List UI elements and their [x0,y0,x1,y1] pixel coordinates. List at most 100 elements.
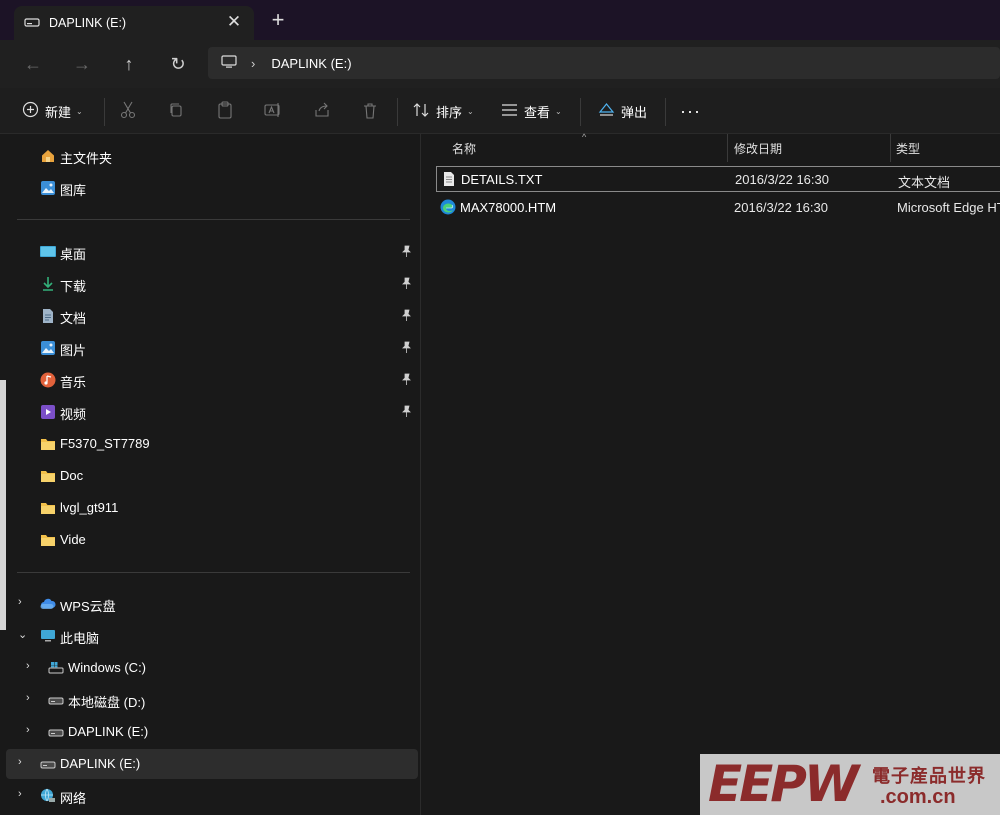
nav-item-label: 主文件夹 [60,151,113,166]
pin-icon[interactable] [401,245,412,260]
nav-item-drive-e[interactable]: › DAPLINK (E:) [6,717,418,747]
chevron-down-icon: ⌄ [467,106,474,116]
watermark-logo: EEPW [708,755,859,813]
edge-icon [440,199,456,215]
desktop-icon [40,244,56,260]
nav-item-desktop[interactable]: 桌面 [6,237,418,267]
folder-icon [40,500,56,516]
more-options-button[interactable]: ··· [680,98,701,124]
nav-item-label: Vide [60,532,86,547]
column-divider[interactable] [890,134,891,162]
file-type: 文本文档 [898,175,951,190]
nav-item-folder[interactable]: lvgl_gt911 [6,493,418,523]
eject-button[interactable]: 弹出 [598,98,647,124]
sort-button[interactable]: 排序 ⌄ [412,98,474,124]
pin-icon[interactable] [401,405,412,420]
plus-circle-icon [22,101,39,121]
pin-icon[interactable] [401,309,412,324]
nav-item-home[interactable]: 主文件夹 [6,141,418,171]
nav-item-label: DAPLINK (E:) [68,724,149,739]
chevron-right-icon[interactable]: › [26,724,38,738]
new-tab-button[interactable]: + [268,9,288,31]
forward-button[interactable]: → [70,52,94,76]
divider [17,219,410,220]
file-date: 2016/3/22 16:30 [735,172,829,187]
chevron-right-icon[interactable]: › [18,596,30,610]
new-button[interactable]: 新建 ⌄ [22,98,83,124]
column-header-date[interactable]: 修改日期 [734,134,889,162]
nav-item-label: Doc [60,468,84,483]
breadcrumb-daplink[interactable]: DAPLINK (E:) [271,56,351,71]
folder-icon [40,468,56,484]
nav-item-label: 网络 [60,791,87,806]
eject-icon [598,102,615,121]
close-icon[interactable]: ✕ [226,13,242,30]
nav-item-documents[interactable]: 文档 [6,301,418,331]
rename-icon[interactable] [263,100,283,120]
back-button[interactable]: ← [21,52,45,76]
divider [104,98,105,126]
nav-item-music[interactable]: 音乐 [6,365,418,395]
up-button[interactable]: ↑ [117,52,141,76]
network-icon [40,788,56,804]
chevron-down-icon: ⌄ [76,106,83,116]
nav-item-drive-c[interactable]: › Windows (C:) [6,653,418,683]
nav-item-folder[interactable]: F5370_ST7789 [6,429,418,459]
nav-item-videos[interactable]: 视频 [6,397,418,427]
cut-icon[interactable] [118,100,138,120]
nav-item-wps-cloud[interactable]: › WPS云盘 [6,589,418,619]
nav-item-this-pc[interactable]: ⌄ 此电脑 [6,621,418,651]
pc-icon [40,628,56,644]
nav-item-daplink-selected[interactable]: › DAPLINK (E:) [6,749,418,779]
file-row[interactable]: DETAILS.TXT 2016/3/22 16:30 文本文档 [436,166,1000,192]
column-header-type[interactable]: 类型 [896,134,996,162]
copy-icon[interactable] [166,100,186,120]
share-icon[interactable] [312,100,332,120]
divider [17,572,410,573]
chevron-right-icon[interactable]: › [26,660,38,674]
nav-item-label: 文档 [60,311,87,326]
chevron-right-icon[interactable]: › [26,692,38,706]
address-input[interactable]: › DAPLINK (E:) [208,47,1000,79]
nav-item-label: 音乐 [60,375,87,390]
nav-item-network[interactable]: › 网络 [6,781,418,811]
watermark-chinese: 電子産品世界 [872,766,986,786]
paste-icon[interactable] [215,100,235,120]
nav-item-folder[interactable]: Doc [6,461,418,491]
document-icon [40,308,56,324]
file-date: 2016/3/22 16:30 [734,200,828,215]
tab-daplink[interactable]: DAPLINK (E:) ✕ [14,6,254,40]
nav-item-label: lvgl_gt911 [60,500,119,515]
command-bar: 新建 ⌄ 排序 ⌄ 查看 ⌄ 弹出 ··· [0,88,1000,134]
breadcrumb-separator[interactable]: › [251,56,255,71]
nav-item-downloads[interactable]: 下载 [6,269,418,299]
refresh-button[interactable]: ↻ [166,52,190,76]
view-list-icon [501,103,518,120]
nav-item-pictures[interactable]: 图片 [6,333,418,363]
chevron-right-icon[interactable]: › [18,788,30,802]
nav-item-drive-d[interactable]: › 本地磁盘 (D:) [6,685,418,715]
delete-icon[interactable] [360,100,380,120]
nav-item-label: F5370_ST7789 [60,436,150,451]
chevron-right-icon[interactable]: › [18,756,30,770]
pin-icon[interactable] [401,341,412,356]
view-button[interactable]: 查看 ⌄ [501,98,562,124]
pin-icon[interactable] [401,373,412,388]
chevron-down-icon[interactable]: ⌄ [18,628,30,642]
drive-icon [40,756,56,772]
column-header-name[interactable]: 名称 [452,134,727,162]
pin-icon[interactable] [401,277,412,292]
nav-item-label: 此电脑 [60,631,100,646]
column-divider[interactable] [727,134,728,162]
nav-item-folder[interactable]: Vide [6,525,418,555]
file-name: DETAILS.TXT [461,172,543,187]
nav-item-label: DAPLINK (E:) [60,756,141,771]
divider [580,98,581,126]
nav-item-label: Windows (C:) [68,660,147,675]
drive-icon [48,692,64,708]
eepw-watermark: EEPW 電子産品世界 .com.cn [700,754,1000,815]
nav-item-gallery[interactable]: 图库 [6,173,418,203]
file-row[interactable]: MAX78000.HTM 2016/3/22 16:30 Microsoft E… [436,195,1000,221]
music-icon [40,372,56,388]
new-label: 新建 [45,104,72,120]
